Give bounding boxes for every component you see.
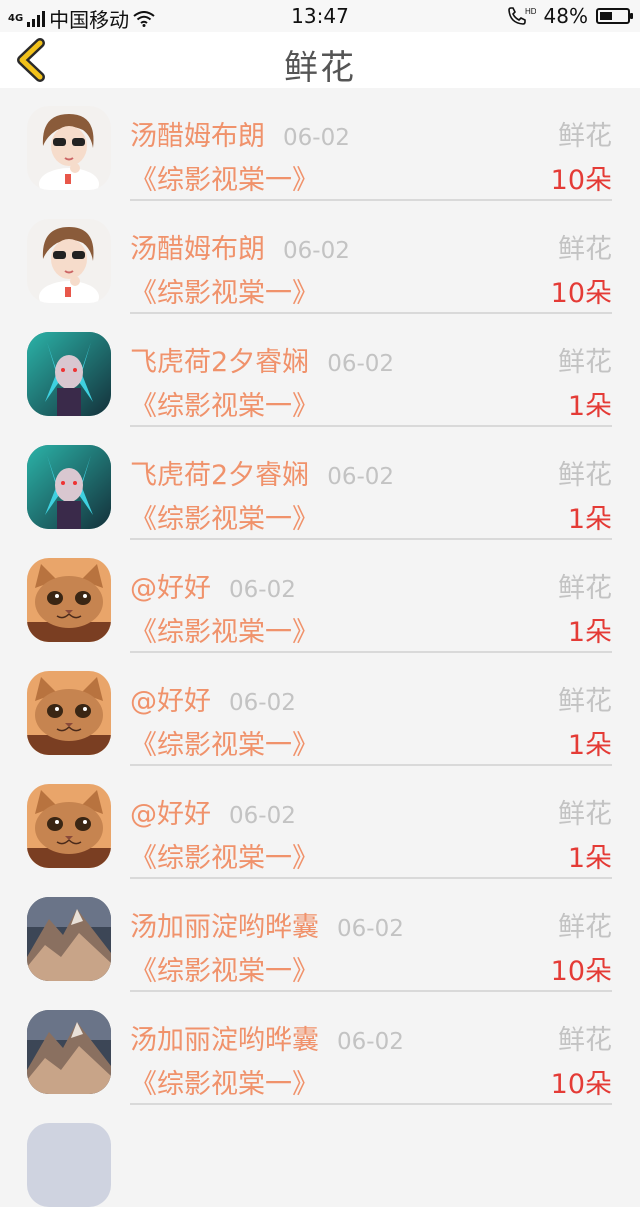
work-title[interactable]: 《综影视棠一》 — [130, 836, 319, 875]
avatar[interactable] — [27, 1010, 111, 1094]
gift-date: 06-02 — [327, 464, 395, 490]
gift-date: 06-02 — [283, 238, 350, 264]
sender-name[interactable]: 汤醋姆布朗 — [130, 227, 265, 266]
sender-name[interactable]: 飞虎荷2夕睿娴 — [130, 453, 309, 492]
list-item[interactable]: 汤加丽淀哟晔囊 06-02 《综影视棠一》 鲜花 10朵 — [0, 992, 640, 1105]
work-title[interactable]: 《综影视棠一》 — [130, 1062, 319, 1101]
list-item-header: @好好 06-02 — [130, 566, 296, 605]
battery-fill — [600, 12, 612, 20]
flower-gift-list: 汤醋姆布朗 06-02 《综影视棠一》 鲜花 10朵 汤醋姆布朗 06-02 《综影视棠一》鲜… — [0, 88, 640, 1207]
list-item-header: @好好 06-02 — [130, 792, 296, 831]
work-title[interactable]: 《综影视棠一》 — [130, 384, 319, 423]
sender-name[interactable]: 汤醋姆布朗 — [130, 114, 265, 153]
list-item[interactable]: 汤加丽淀哟晔囊 06-02 《综影视棠一》 鲜花 10朵 — [0, 879, 640, 992]
battery-percent: 48% — [543, 4, 588, 28]
avatar[interactable] — [27, 106, 111, 190]
work-title[interactable]: 《综影视棠一》 — [130, 610, 319, 649]
hd-label: HD — [525, 7, 536, 16]
gift-type: 鲜花 — [558, 1025, 612, 1056]
sender-name[interactable]: 飞虎荷2夕睿娴 — [130, 340, 309, 379]
status-bar: 4G 中国移动 13:47 HD 48% — [0, 0, 640, 32]
gift-date: 06-02 — [337, 916, 404, 942]
list-item-partial[interactable] — [0, 1105, 640, 1207]
avatar[interactable] — [27, 332, 111, 416]
list-item-header: 汤加丽淀哟晔囊 06-02 — [130, 1018, 404, 1057]
avatar[interactable] — [27, 445, 111, 529]
sender-name[interactable]: 汤加丽淀哟晔囊 — [130, 1018, 319, 1057]
sender-name[interactable]: 汤加丽淀哟晔囊 — [130, 905, 319, 944]
list-item-header: 汤醋姆布朗 06-02 — [130, 227, 350, 266]
list-item[interactable]: 汤醋姆布朗 06-02 《综影视棠一》 鲜花 10朵 — [0, 201, 640, 314]
hd-call-icon: HD — [507, 7, 536, 25]
list-item[interactable]: 飞虎荷2夕睿娴 06-02 《综影视棠一》 鲜花 1朵 — [0, 427, 640, 540]
battery-icon — [596, 8, 633, 24]
work-title[interactable]: 《综影视棠一》 — [130, 949, 319, 988]
gift-date: 06-02 — [229, 803, 296, 829]
list-item[interactable]: 汤醋姆布朗 06-02 《综影视棠一》 鲜花 10朵 — [0, 88, 640, 201]
avatar[interactable] — [27, 1123, 111, 1207]
status-right: HD 48% — [506, 4, 633, 28]
sender-name[interactable]: @好好 — [130, 566, 211, 605]
avatar[interactable] — [27, 897, 111, 981]
list-item[interactable]: @好好 06-02 《综影视棠一》 鲜花 1朵 — [0, 766, 640, 879]
gift-type: 鲜花 — [558, 347, 612, 378]
avatar[interactable] — [27, 558, 111, 642]
gift-count: 10朵 — [550, 1069, 612, 1100]
list-item-header: 飞虎荷2夕睿娴 06-02 — [130, 453, 394, 492]
avatar[interactable] — [27, 671, 111, 755]
list-item-header: 飞虎荷2夕睿娴 06-02 — [130, 340, 394, 379]
list-item[interactable]: @好好 06-02 《综影视棠一》 鲜花 1朵 — [0, 653, 640, 766]
list-item-header: 汤醋姆布朗 06-02 — [130, 114, 350, 153]
list-item-header: 汤加丽淀哟晔囊 06-02 — [130, 905, 404, 944]
gift-count: 10朵 — [550, 956, 612, 987]
gift-type: 鲜花 — [558, 912, 612, 943]
page-title: 鲜花 — [284, 48, 356, 88]
sender-name[interactable]: @好好 — [130, 792, 211, 831]
sender-name[interactable]: @好好 — [130, 679, 211, 718]
gift-type: 鲜花 — [558, 799, 612, 830]
gift-type: 鲜花 — [558, 573, 612, 604]
gift-type: 鲜花 — [558, 686, 612, 717]
gift-count: 1朵 — [567, 843, 612, 874]
gift-count: 1朵 — [567, 730, 612, 761]
avatar[interactable] — [27, 219, 111, 303]
gift-count: 1朵 — [567, 617, 612, 648]
gift-date: 06-02 — [229, 577, 296, 603]
work-title[interactable]: 《综影视棠一》 — [130, 158, 319, 197]
gift-count: 10朵 — [550, 165, 612, 196]
gift-date: 06-02 — [327, 351, 395, 377]
list-item[interactable]: @好好 06-02 《综影视棠一》 鲜花 1朵 — [0, 540, 640, 653]
work-title[interactable]: 《综影视棠一》 — [130, 271, 319, 310]
list-item-header: @好好 06-02 — [130, 679, 296, 718]
gift-date: 06-02 — [337, 1029, 404, 1055]
avatar[interactable] — [27, 784, 111, 868]
list-item[interactable]: 飞虎荷2夕睿娴 06-02 《综影视棠一》 鲜花 1朵 — [0, 314, 640, 427]
nav-bar: 鲜花 — [0, 32, 640, 88]
gift-count: 1朵 — [567, 391, 612, 422]
work-title[interactable]: 《综影视棠一》 — [130, 497, 319, 536]
work-title[interactable]: 《综影视棠一》 — [130, 723, 319, 762]
gift-count: 1朵 — [567, 504, 612, 535]
gift-date: 06-02 — [229, 690, 296, 716]
gift-count: 10朵 — [550, 278, 612, 309]
gift-type: 鲜花 — [558, 121, 612, 152]
gift-type: 鲜花 — [558, 460, 612, 491]
gift-date: 06-02 — [283, 125, 350, 151]
gift-type: 鲜花 — [558, 234, 612, 265]
